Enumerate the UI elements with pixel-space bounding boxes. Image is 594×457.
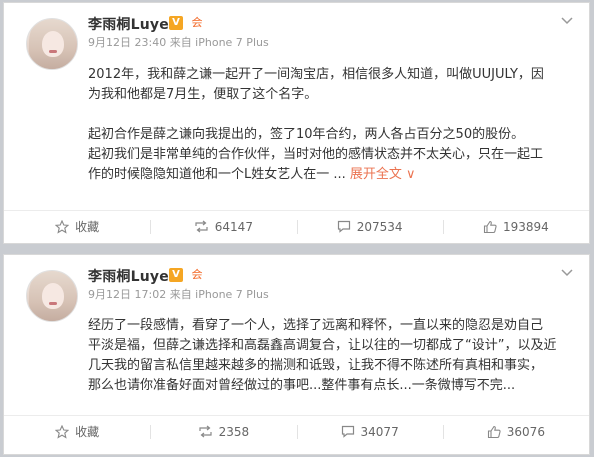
like-button[interactable]: 193894 <box>442 211 589 242</box>
post-text-line <box>88 105 558 125</box>
repost-button[interactable]: 64147 <box>150 211 296 242</box>
verified-badge-icon: V <box>169 268 183 282</box>
comment-icon <box>337 220 350 233</box>
favorite-label: 收藏 <box>75 220 100 234</box>
repost-count: 64147 <box>214 219 253 234</box>
post-text-line: 作的时候隐隐知道他和一个L姓女艺人在一 ... 展开全文 ∨ <box>88 165 558 185</box>
post-meta[interactable]: 9月12日 23:40 来自 iPhone 7 Plus <box>88 34 269 50</box>
post-text-line: 几天我的留言私信里越来越多的揣测和诋毁，让我不得不陈述所有真相和事实， <box>88 358 544 373</box>
thumbs-up-icon <box>487 425 501 438</box>
username-link[interactable]: 李雨桐Luyee <box>88 266 179 286</box>
username-link[interactable]: 李雨桐Luyee <box>88 14 179 34</box>
post-text-line: 2012年，我和薛之谦一起开了一间淘宝店，相信很多人知道，叫做UUJULY，因 <box>88 67 544 82</box>
repost-button[interactable]: 2358 <box>150 416 296 447</box>
weibo-post-card: 李雨桐Luyee V 会 9月12日 17:02 来自 iPhone 7 Plu… <box>3 254 590 455</box>
thumbs-up-icon <box>483 220 497 233</box>
weibo-post-card: 李雨桐Luyee V 会 9月12日 23:40 来自 iPhone 7 Plu… <box>3 2 590 244</box>
avatar[interactable] <box>26 270 78 322</box>
post-text-line: 那么也请你准备好面对曾经做过的事吧...整件事有点长...一条微博写不完... <box>88 378 516 393</box>
action-bar: 收藏 2358 34077 36076 <box>4 416 589 447</box>
like-count: 193894 <box>502 219 549 234</box>
favorite-label: 收藏 <box>75 425 100 439</box>
repost-icon <box>195 220 208 233</box>
star-icon <box>55 219 70 234</box>
action-bar: 收藏 64147 207534 193894 <box>4 211 589 242</box>
comment-button[interactable]: 207534 <box>296 211 443 242</box>
chevron-down-icon[interactable] <box>561 15 573 28</box>
comment-icon <box>341 425 354 438</box>
comment-button[interactable]: 34077 <box>296 416 443 447</box>
avatar[interactable] <box>26 18 78 70</box>
post-text: 经历了一段感情，看穿了一个人，选择了远离和释怀，一直以来的隐忍是劝自己 平淡是福… <box>88 316 558 396</box>
post-text-fragment: 作的时候隐隐知道他和一个L姓女艺人在一 ... <box>88 167 346 182</box>
member-badge-icon: 会 <box>191 16 203 29</box>
verified-badge-icon: V <box>169 16 183 30</box>
post-text-line: 起初我们是非常单纯的合作伙伴，当时对他的感情状态并不太关心，只在一起工 <box>88 147 544 162</box>
star-icon <box>55 424 70 439</box>
chevron-down-icon[interactable] <box>561 267 573 280</box>
comment-count: 207534 <box>356 219 403 234</box>
repost-icon <box>198 425 212 438</box>
comment-count: 34077 <box>360 424 399 439</box>
like-count: 36076 <box>506 424 545 439</box>
post-text-line: 经历了一段感情，看穿了一个人，选择了远离和释怀，一直以来的隐忍是劝自己 <box>88 318 544 333</box>
member-badge-icon: 会 <box>191 268 203 281</box>
favorite-button[interactable]: 收藏 <box>4 416 150 447</box>
post-text-line: 平淡是福，但薛之谦选择和高磊鑫高调复合，让以往的一切都成了“设计”，以及近 <box>88 338 557 353</box>
like-button[interactable]: 36076 <box>442 416 589 447</box>
post-meta[interactable]: 9月12日 17:02 来自 iPhone 7 Plus <box>88 286 269 302</box>
post-text-line: 为我和他都是7月生，便取了这个名字。 <box>88 87 318 102</box>
post-text-line: 起初合作是薛之谦向我提出的，签了10年合约，两人各占百分之50的股份。 <box>88 127 525 142</box>
favorite-button[interactable]: 收藏 <box>4 211 150 242</box>
repost-count: 2358 <box>218 424 250 439</box>
post-text: 2012年，我和薛之谦一起开了一间淘宝店，相信很多人知道，叫做UUJULY，因 … <box>88 65 558 185</box>
expand-full-text-link[interactable]: 展开全文 ∨ <box>350 167 416 182</box>
